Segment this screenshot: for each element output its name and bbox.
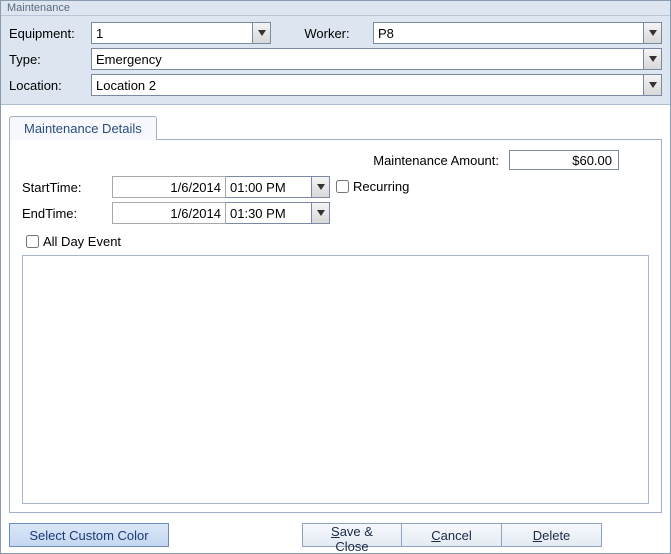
location-combo[interactable] [91, 74, 662, 96]
equipment-label: Equipment: [9, 26, 85, 41]
maintenance-amount-label: Maintenance Amount: [373, 153, 499, 168]
all-day-event-label: All Day Event [43, 234, 121, 249]
equipment-dropdown-button[interactable] [252, 23, 270, 43]
all-day-event-checkbox[interactable]: All Day Event [26, 234, 649, 249]
start-time-value: 01:00 PM [226, 180, 311, 195]
recurring-checkbox-input[interactable] [336, 180, 349, 193]
chevron-down-icon [649, 30, 657, 36]
location-dropdown-button[interactable] [643, 75, 661, 95]
type-dropdown-button[interactable] [643, 49, 661, 69]
notes-textarea[interactable] [22, 255, 649, 504]
worker-combo[interactable] [373, 22, 662, 44]
maintenance-window: Maintenance Equipment: Worker: Type: [0, 0, 671, 554]
end-date-field[interactable]: 1/6/2014 [112, 202, 226, 224]
all-day-event-checkbox-input[interactable] [26, 235, 39, 248]
worker-input[interactable] [374, 23, 643, 43]
equipment-input[interactable] [92, 23, 252, 43]
tabstrip: Maintenance Details [9, 113, 670, 139]
start-time-dropdown-button[interactable] [311, 177, 329, 197]
location-label: Location: [9, 78, 85, 93]
start-time-label: StartTime: [22, 180, 112, 195]
chevron-down-icon [649, 82, 657, 88]
select-custom-color-button[interactable]: Select Custom Color [9, 523, 169, 547]
maintenance-amount-input[interactable] [509, 150, 619, 170]
header-form: Equipment: Worker: Type: [1, 16, 670, 105]
start-date-field[interactable]: 1/6/2014 [112, 176, 226, 198]
cancel-button[interactable]: Cancel [402, 523, 502, 547]
delete-button[interactable]: Delete [502, 523, 602, 547]
chevron-down-icon [317, 184, 325, 190]
end-time-dropdown-button[interactable] [311, 203, 329, 223]
chevron-down-icon [649, 56, 657, 62]
end-date-value: 1/6/2014 [170, 206, 221, 221]
recurring-label: Recurring [353, 179, 409, 194]
chevron-down-icon [258, 30, 266, 36]
equipment-combo[interactable] [91, 22, 271, 44]
type-combo[interactable] [91, 48, 662, 70]
save-and-close-button[interactable]: Save & Close [302, 523, 402, 547]
button-bar: Select Custom Color Save & Close Cancel … [1, 519, 670, 553]
worker-dropdown-button[interactable] [643, 23, 661, 43]
start-time-field[interactable]: 01:00 PM [226, 176, 330, 198]
start-date-value: 1/6/2014 [170, 180, 221, 195]
tab-maintenance-details[interactable]: Maintenance Details [9, 116, 157, 140]
chevron-down-icon [317, 210, 325, 216]
location-input[interactable] [92, 75, 643, 95]
details-panel: Maintenance Amount: StartTime: 1/6/2014 … [9, 139, 662, 513]
type-input[interactable] [92, 49, 643, 69]
end-time-field[interactable]: 01:30 PM [226, 202, 330, 224]
window-title: Maintenance [1, 1, 670, 16]
recurring-checkbox[interactable]: Recurring [336, 179, 409, 194]
type-label: Type: [9, 52, 85, 67]
end-time-value: 01:30 PM [226, 206, 311, 221]
worker-label: Worker: [277, 26, 367, 41]
end-time-label: EndTime: [22, 206, 112, 221]
